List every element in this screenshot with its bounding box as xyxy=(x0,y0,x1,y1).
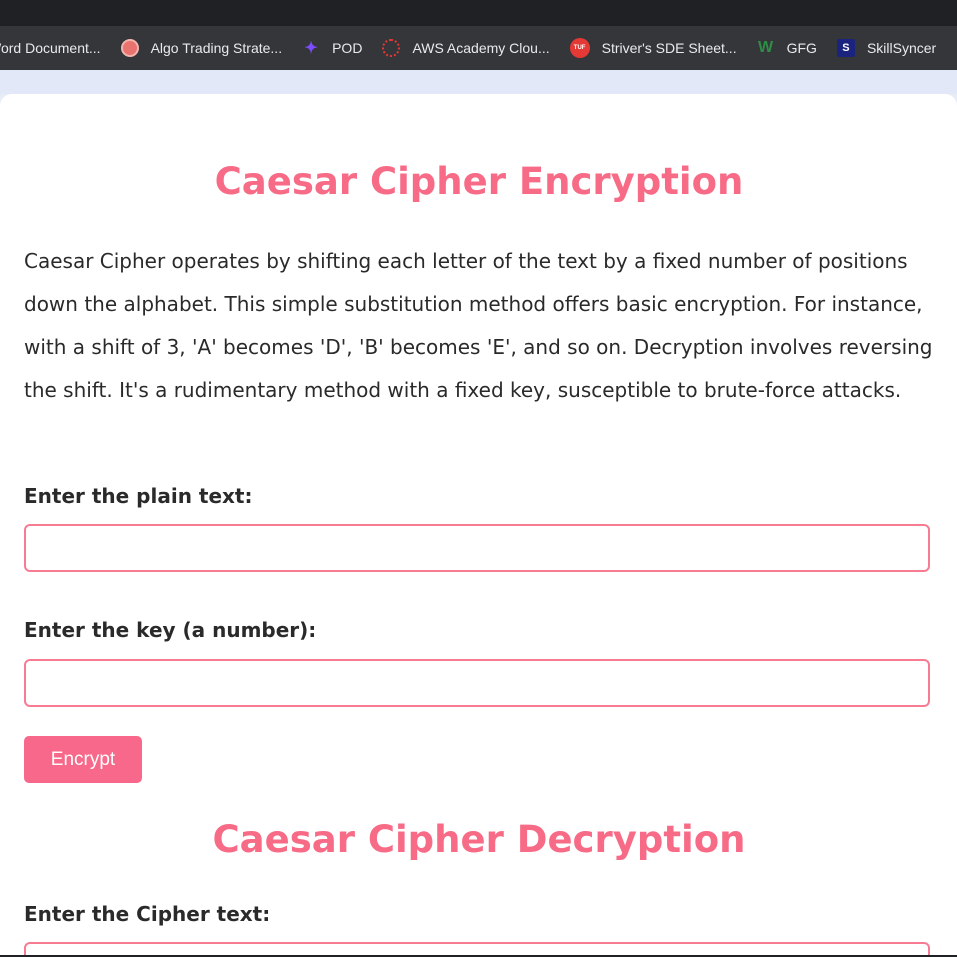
page-background xyxy=(0,70,957,94)
plain-text-label: Enter the plain text: xyxy=(24,484,253,508)
bookmark-algo-trading[interactable]: Algo Trading Strate... xyxy=(120,39,283,57)
bookmark-label: SkillSyncer xyxy=(866,40,937,56)
bookmark-label: Striver's SDE Sheet... xyxy=(601,40,737,56)
brain-icon xyxy=(120,39,139,57)
bookmark-word-document[interactable]: Word Document... xyxy=(0,40,101,56)
bookmark-label: GFG xyxy=(786,40,817,56)
key-label: Enter the key (a number): xyxy=(24,618,317,642)
bookmark-label: Algo Trading Strate... xyxy=(150,40,283,56)
aws-academy-icon xyxy=(382,39,401,57)
tuf-icon: TUF xyxy=(569,38,590,58)
cipher-card: Caesar Cipher Encryption Caesar Cipher o… xyxy=(0,94,957,957)
bookmarks-bar: Word Document... Algo Trading Strate... … xyxy=(0,26,957,70)
plain-text-input[interactable] xyxy=(24,524,930,572)
encryption-title: Caesar Cipher Encryption xyxy=(214,160,744,203)
browser-title-bar xyxy=(0,0,957,26)
bookmark-label: POD xyxy=(332,40,363,56)
bookmark-strivers-sde-sheet[interactable]: TUF Striver's SDE Sheet... xyxy=(569,38,737,58)
cipher-description: Caesar Cipher operates by shifting each … xyxy=(24,249,933,402)
key-input[interactable] xyxy=(24,659,930,707)
bookmark-skillsyncer[interactable]: S SkillSyncer xyxy=(836,39,937,57)
decryption-title: Caesar Cipher Decryption xyxy=(212,818,746,861)
bookmark-pod[interactable]: ✦ POD xyxy=(302,39,362,57)
gfg-icon: W xyxy=(758,39,774,56)
pod-icon: ✦ xyxy=(304,40,318,57)
bookmark-aws-academy[interactable]: AWS Academy Clou... xyxy=(382,39,550,57)
bookmark-label: Word Document... xyxy=(0,40,101,56)
cipher-text-label: Enter the Cipher text: xyxy=(24,902,271,926)
bookmark-label: AWS Academy Clou... xyxy=(412,40,550,56)
skillsyncer-icon: S xyxy=(836,39,855,57)
bookmark-gfg[interactable]: W GFG xyxy=(757,39,817,57)
encrypt-button[interactable]: Encrypt xyxy=(24,736,142,783)
